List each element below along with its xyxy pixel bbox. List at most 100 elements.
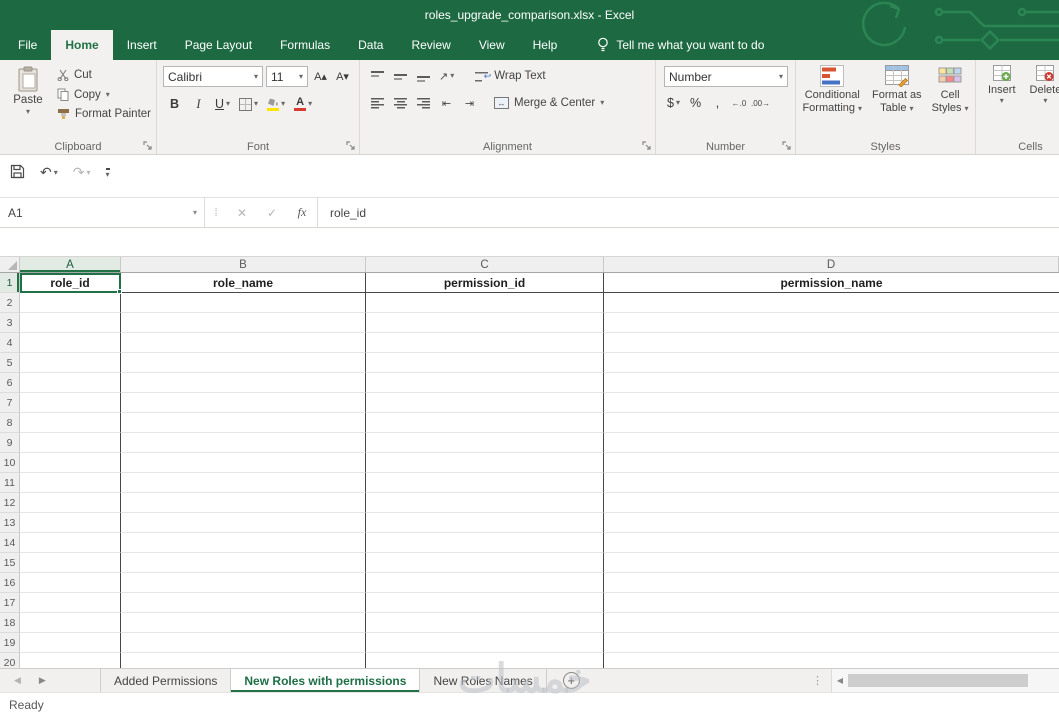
cell-c12[interactable] [366,493,604,513]
cell-b17[interactable] [121,593,366,613]
underline-button[interactable]: U ▾ [213,94,232,114]
cell-d19[interactable] [604,633,1059,653]
alignment-dialog-launcher[interactable] [642,141,652,151]
row-header-5[interactable]: 5 [0,353,20,373]
cell-c4[interactable] [366,333,604,353]
menu-tab-file[interactable]: File [4,30,51,60]
cell-a20[interactable] [20,653,121,668]
cancel-button[interactable]: ✕ [227,198,257,227]
column-header-c[interactable]: C [366,257,604,272]
comma-format-button[interactable]: , [708,93,727,113]
increase-indent-button[interactable]: ⇥ [460,93,479,113]
cell-b10[interactable] [121,453,366,473]
row-header-15[interactable]: 15 [0,553,20,573]
cell-a1[interactable]: role_id [20,273,121,293]
cell-c10[interactable] [366,453,604,473]
cell-c7[interactable] [366,393,604,413]
cell-d15[interactable] [604,553,1059,573]
formula-bar-grip[interactable]: ⁞ [205,198,227,227]
cell-a12[interactable] [20,493,121,513]
cell-d20[interactable] [604,653,1059,668]
decrease-indent-button[interactable]: ⇤ [437,93,456,113]
cell-b7[interactable] [121,393,366,413]
cell-d3[interactable] [604,313,1059,333]
tab-splitter-grip[interactable]: ⋮ [804,669,831,692]
cell-b13[interactable] [121,513,366,533]
align-center-button[interactable] [391,93,410,113]
cell-c3[interactable] [366,313,604,333]
cut-button[interactable]: Cut [54,68,154,82]
cell-d12[interactable] [604,493,1059,513]
cell-b8[interactable] [121,413,366,433]
bold-button[interactable]: B [165,94,184,114]
fill-color-button[interactable]: ▾ [265,94,287,114]
row-header-4[interactable]: 4 [0,333,20,353]
cell-b15[interactable] [121,553,366,573]
cell-a3[interactable] [20,313,121,333]
cell-d1[interactable]: permission_name [604,273,1059,293]
font-family-combo[interactable]: Calibri ▾ [163,66,263,87]
cell-d2[interactable] [604,293,1059,313]
delete-cells-button[interactable]: Delete ▾ [1026,64,1059,106]
cell-c20[interactable] [366,653,604,668]
increase-decimal-button[interactable]: ←.0 [730,94,748,112]
row-header-1[interactable]: 1 [0,273,20,293]
cell-c2[interactable] [366,293,604,313]
cell-c5[interactable] [366,353,604,373]
format-painter-button[interactable]: Format Painter [54,107,154,121]
decrease-decimal-button[interactable]: .00→ [751,94,770,112]
insert-cells-button[interactable]: Insert ▾ [984,64,1020,106]
cell-b12[interactable] [121,493,366,513]
cell-b20[interactable] [121,653,366,668]
decrease-font-size-button[interactable]: A▾ [333,67,352,87]
horizontal-scrollbar[interactable]: ◀ [831,669,1059,692]
increase-font-size-button[interactable]: A▴ [311,67,330,87]
name-box[interactable]: A1 ▾ [0,198,205,227]
cell-c17[interactable] [366,593,604,613]
cell-a4[interactable] [20,333,121,353]
cell-b9[interactable] [121,433,366,453]
format-as-table-button[interactable]: Format as Table ▾ [868,64,926,116]
copy-button[interactable]: Copy ▾ [54,87,154,102]
cell-b14[interactable] [121,533,366,553]
currency-format-button[interactable]: $ ▾ [664,93,683,113]
row-header-11[interactable]: 11 [0,473,20,493]
cell-a6[interactable] [20,373,121,393]
font-color-button[interactable]: A ▾ [292,94,314,114]
cell-b19[interactable] [121,633,366,653]
percent-format-button[interactable]: % [686,93,705,113]
cell-c1[interactable]: permission_id [366,273,604,293]
cell-d8[interactable] [604,413,1059,433]
align-top-button[interactable] [368,66,387,86]
number-format-combo[interactable]: Number ▾ [664,66,788,87]
cell-a9[interactable] [20,433,121,453]
cell-b5[interactable] [121,353,366,373]
cell-d5[interactable] [604,353,1059,373]
cell-d14[interactable] [604,533,1059,553]
cell-b4[interactable] [121,333,366,353]
cell-a18[interactable] [20,613,121,633]
cell-a13[interactable] [20,513,121,533]
cell-c13[interactable] [366,513,604,533]
column-header-d[interactable]: D [604,257,1059,272]
cell-c15[interactable] [366,553,604,573]
row-header-2[interactable]: 2 [0,293,20,313]
cell-c11[interactable] [366,473,604,493]
merge-center-button[interactable]: ↔ Merge & Center ▾ [491,96,607,110]
cell-c8[interactable] [366,413,604,433]
select-all-corner[interactable] [0,257,20,272]
menu-tab-review[interactable]: Review [397,30,464,60]
menu-tab-data[interactable]: Data [344,30,397,60]
clipboard-dialog-launcher[interactable] [143,141,153,151]
menu-tab-help[interactable]: Help [519,30,572,60]
font-size-combo[interactable]: 11 ▾ [266,66,308,87]
cell-d10[interactable] [604,453,1059,473]
row-header-19[interactable]: 19 [0,633,20,653]
cell-d7[interactable] [604,393,1059,413]
cell-styles-button[interactable]: Cell Styles ▾ [928,64,973,116]
align-bottom-button[interactable] [414,66,433,86]
number-dialog-launcher[interactable] [782,141,792,151]
align-right-button[interactable] [414,93,433,113]
insert-function-button[interactable]: fx [287,198,317,227]
cell-d17[interactable] [604,593,1059,613]
